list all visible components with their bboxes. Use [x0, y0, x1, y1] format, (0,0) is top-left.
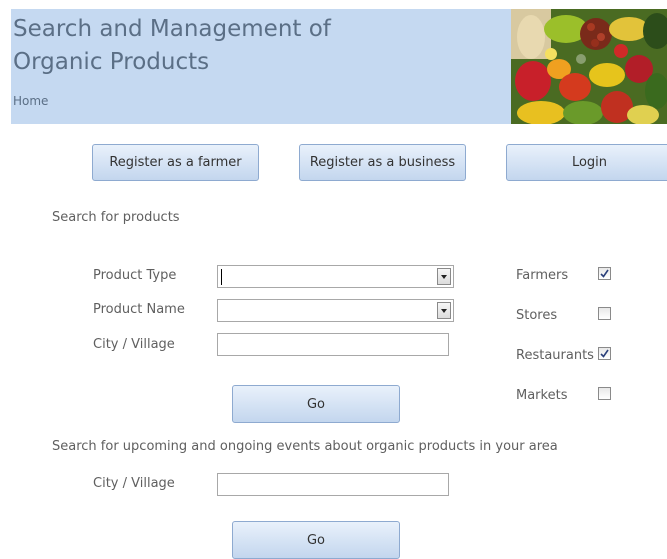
city-input[interactable]	[217, 333, 449, 356]
vegetables-photo-icon	[511, 9, 667, 124]
filter-label-stores: Stores	[516, 308, 558, 323]
register-business-button[interactable]: Register as a business	[299, 144, 466, 181]
text-caret	[221, 269, 222, 285]
dropdown-arrow-icon[interactable]	[437, 268, 451, 285]
product-go-button[interactable]: Go	[232, 385, 400, 423]
product-type-label: Product Type	[93, 268, 177, 283]
check-icon	[600, 269, 609, 278]
filter-label-farmers: Farmers	[516, 268, 569, 283]
register-farmer-button[interactable]: Register as a farmer	[92, 144, 259, 181]
event-city-input[interactable]	[217, 473, 449, 496]
vegetables-image	[511, 9, 667, 124]
login-button[interactable]: Login	[506, 144, 667, 181]
restaurants-checkbox[interactable]	[598, 347, 611, 360]
product-name-label: Product Name	[93, 302, 185, 317]
page-title: Search and Management of Organic Product…	[13, 16, 331, 75]
stores-checkbox[interactable]	[598, 307, 611, 320]
product-search-heading: Search for products	[52, 210, 180, 225]
dropdown-arrow-icon[interactable]	[437, 302, 451, 319]
event-go-button[interactable]: Go	[232, 521, 400, 559]
check-icon	[600, 349, 609, 358]
home-link[interactable]: Home	[13, 94, 48, 108]
product-type-combo[interactable]	[217, 265, 454, 288]
page-header: Search and Management of Organic Product…	[11, 9, 511, 124]
event-search-heading: Search for upcoming and ongoing events a…	[52, 439, 558, 454]
filter-label-restaurants: Restaurants	[516, 348, 594, 363]
event-city-label: City / Village	[93, 476, 175, 491]
product-name-combo[interactable]	[217, 299, 454, 322]
markets-checkbox[interactable]	[598, 387, 611, 400]
farmers-checkbox[interactable]	[598, 267, 611, 280]
filter-label-markets: Markets	[516, 388, 568, 403]
city-label: City / Village	[93, 337, 175, 352]
